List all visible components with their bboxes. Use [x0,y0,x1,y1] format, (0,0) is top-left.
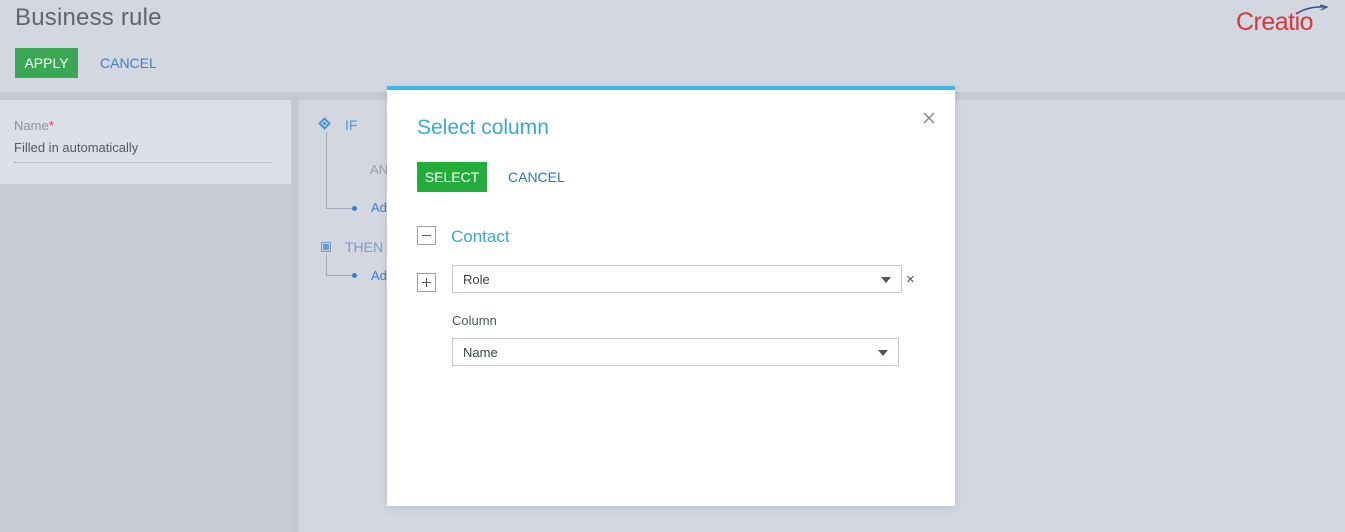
tree-line [326,132,327,208]
column-select[interactable]: Name [452,338,899,366]
dialog-title: Select column [417,116,549,139]
role-select[interactable]: Role [452,265,902,293]
name-field-underline [14,162,272,163]
bullet-icon [352,273,357,278]
name-field-label: Name* [14,118,54,133]
add-condition-link[interactable]: Ad [371,200,387,215]
then-label: THEN [345,239,384,255]
logo-text: Creatio [1236,8,1314,36]
select-column-dialog: Select column SELECT CANCEL Contact Role… [387,86,955,506]
role-select-value: Role [463,272,490,287]
chevron-down-icon [878,350,888,356]
select-button[interactable]: SELECT [417,162,487,192]
add-action-link[interactable]: Ad [371,268,387,283]
name-field[interactable]: Filled in automatically [14,140,138,155]
clear-icon[interactable]: × [906,272,915,287]
if-label: IF [345,117,358,133]
column-label: Column [452,313,497,328]
panel-divider [291,100,299,532]
left-panel-background [0,184,291,532]
tree-branch [326,275,352,276]
expand-plus-icon[interactable] [417,273,436,292]
page-title: Business rule [15,4,162,31]
contact-tree-node[interactable]: Contact [451,227,510,247]
close-icon[interactable] [920,109,938,127]
creatio-logo: Creatio [1236,4,1332,38]
dialog-cancel-button[interactable]: CANCEL [508,162,565,192]
collapse-minus-icon[interactable] [417,226,436,245]
required-mark: * [48,118,54,133]
column-select-value: Name [463,345,498,360]
apply-button[interactable]: APPLY [15,48,78,78]
chevron-down-icon [881,277,891,283]
bullet-icon [352,206,357,211]
tree-line [326,254,327,275]
square-icon [321,242,331,252]
tree-branch [326,208,352,209]
name-label-text: Name [14,118,49,133]
cancel-button[interactable]: CANCEL [100,48,157,78]
and-label[interactable]: AN [370,162,388,177]
